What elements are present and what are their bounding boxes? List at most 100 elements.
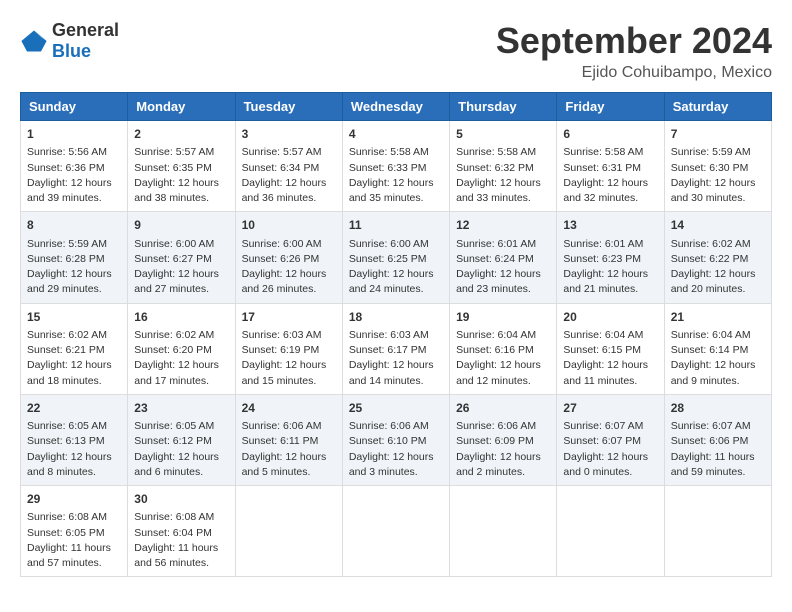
day-number: 2 (134, 126, 228, 143)
calendar-cell (450, 486, 557, 577)
sunrise-time: Sunrise: 6:04 AM (456, 329, 536, 341)
sunrise-time: Sunrise: 6:02 AM (671, 238, 751, 250)
daylight-hours: Daylight: 12 hours and 2 minutes. (456, 451, 541, 478)
sunrise-time: Sunrise: 6:01 AM (563, 238, 643, 250)
calendar-cell: 15 Sunrise: 6:02 AM Sunset: 6:21 PM Dayl… (21, 303, 128, 394)
sunrise-time: Sunrise: 6:06 AM (456, 420, 536, 432)
daylight-hours: Daylight: 12 hours and 36 minutes. (242, 177, 327, 204)
sunrise-time: Sunrise: 5:58 AM (563, 146, 643, 158)
sunset-time: Sunset: 6:19 PM (242, 344, 320, 356)
daylight-hours: Daylight: 12 hours and 17 minutes. (134, 359, 219, 386)
calendar-cell: 2 Sunrise: 5:57 AM Sunset: 6:35 PM Dayli… (128, 121, 235, 212)
sunrise-time: Sunrise: 6:08 AM (27, 511, 107, 523)
sunset-time: Sunset: 6:06 PM (671, 435, 749, 447)
logo-text-general: General (52, 20, 119, 40)
calendar-cell: 29 Sunrise: 6:08 AM Sunset: 6:05 PM Dayl… (21, 486, 128, 577)
daylight-hours: Daylight: 12 hours and 33 minutes. (456, 177, 541, 204)
day-number: 17 (242, 309, 336, 326)
calendar-header-row: Sunday Monday Tuesday Wednesday Thursday… (21, 93, 772, 121)
day-number: 18 (349, 309, 443, 326)
daylight-hours: Daylight: 12 hours and 29 minutes. (27, 268, 112, 295)
daylight-hours: Daylight: 12 hours and 18 minutes. (27, 359, 112, 386)
calendar-cell: 1 Sunrise: 5:56 AM Sunset: 6:36 PM Dayli… (21, 121, 128, 212)
day-number: 3 (242, 126, 336, 143)
sunrise-time: Sunrise: 6:08 AM (134, 511, 214, 523)
sunrise-time: Sunrise: 6:06 AM (349, 420, 429, 432)
day-number: 14 (671, 217, 765, 234)
day-number: 21 (671, 309, 765, 326)
calendar-cell: 13 Sunrise: 6:01 AM Sunset: 6:23 PM Dayl… (557, 212, 664, 303)
daylight-hours: Daylight: 12 hours and 3 minutes. (349, 451, 434, 478)
day-number: 20 (563, 309, 657, 326)
sunset-time: Sunset: 6:12 PM (134, 435, 212, 447)
header-sunday: Sunday (21, 93, 128, 121)
header: General Blue September 2024 Ejido Cohuib… (20, 20, 772, 82)
header-thursday: Thursday (450, 93, 557, 121)
calendar-cell: 19 Sunrise: 6:04 AM Sunset: 6:16 PM Dayl… (450, 303, 557, 394)
sunset-time: Sunset: 6:35 PM (134, 162, 212, 174)
main-title: September 2024 (496, 20, 772, 62)
sunset-time: Sunset: 6:07 PM (563, 435, 641, 447)
calendar-cell: 9 Sunrise: 6:00 AM Sunset: 6:27 PM Dayli… (128, 212, 235, 303)
sunset-time: Sunset: 6:28 PM (27, 253, 105, 265)
daylight-hours: Daylight: 12 hours and 11 minutes. (563, 359, 648, 386)
sunrise-time: Sunrise: 6:01 AM (456, 238, 536, 250)
day-number: 26 (456, 400, 550, 417)
daylight-hours: Daylight: 11 hours and 59 minutes. (671, 451, 755, 478)
sunrise-time: Sunrise: 5:57 AM (242, 146, 322, 158)
day-number: 8 (27, 217, 121, 234)
sunrise-time: Sunrise: 6:06 AM (242, 420, 322, 432)
daylight-hours: Daylight: 11 hours and 57 minutes. (27, 542, 111, 569)
daylight-hours: Daylight: 12 hours and 14 minutes. (349, 359, 434, 386)
sunset-time: Sunset: 6:15 PM (563, 344, 641, 356)
calendar-cell: 17 Sunrise: 6:03 AM Sunset: 6:19 PM Dayl… (235, 303, 342, 394)
day-number: 22 (27, 400, 121, 417)
title-area: September 2024 Ejido Cohuibampo, Mexico (496, 20, 772, 82)
calendar-cell: 14 Sunrise: 6:02 AM Sunset: 6:22 PM Dayl… (664, 212, 771, 303)
sunrise-time: Sunrise: 6:07 AM (671, 420, 751, 432)
sunrise-time: Sunrise: 6:05 AM (134, 420, 214, 432)
day-number: 10 (242, 217, 336, 234)
sunset-time: Sunset: 6:27 PM (134, 253, 212, 265)
logo-icon (20, 27, 48, 55)
sunset-time: Sunset: 6:09 PM (456, 435, 534, 447)
sunset-time: Sunset: 6:25 PM (349, 253, 427, 265)
logo-text-blue: Blue (52, 41, 91, 61)
sunset-time: Sunset: 6:24 PM (456, 253, 534, 265)
day-number: 1 (27, 126, 121, 143)
day-number: 15 (27, 309, 121, 326)
calendar-cell: 27 Sunrise: 6:07 AM Sunset: 6:07 PM Dayl… (557, 394, 664, 485)
calendar-cell: 5 Sunrise: 5:58 AM Sunset: 6:32 PM Dayli… (450, 121, 557, 212)
daylight-hours: Daylight: 12 hours and 0 minutes. (563, 451, 648, 478)
daylight-hours: Daylight: 12 hours and 20 minutes. (671, 268, 756, 295)
calendar-cell: 25 Sunrise: 6:06 AM Sunset: 6:10 PM Dayl… (342, 394, 449, 485)
day-number: 12 (456, 217, 550, 234)
calendar-cell (342, 486, 449, 577)
day-number: 25 (349, 400, 443, 417)
header-wednesday: Wednesday (342, 93, 449, 121)
calendar-cell: 18 Sunrise: 6:03 AM Sunset: 6:17 PM Dayl… (342, 303, 449, 394)
sunrise-time: Sunrise: 6:07 AM (563, 420, 643, 432)
daylight-hours: Daylight: 12 hours and 9 minutes. (671, 359, 756, 386)
calendar-cell: 12 Sunrise: 6:01 AM Sunset: 6:24 PM Dayl… (450, 212, 557, 303)
calendar-cell: 8 Sunrise: 5:59 AM Sunset: 6:28 PM Dayli… (21, 212, 128, 303)
day-number: 29 (27, 491, 121, 508)
sunset-time: Sunset: 6:11 PM (242, 435, 319, 447)
sunset-time: Sunset: 6:34 PM (242, 162, 320, 174)
sunset-time: Sunset: 6:16 PM (456, 344, 534, 356)
sunset-time: Sunset: 6:31 PM (563, 162, 641, 174)
day-number: 11 (349, 217, 443, 234)
daylight-hours: Daylight: 12 hours and 39 minutes. (27, 177, 112, 204)
sunrise-time: Sunrise: 5:59 AM (27, 238, 107, 250)
daylight-hours: Daylight: 12 hours and 15 minutes. (242, 359, 327, 386)
sunset-time: Sunset: 6:14 PM (671, 344, 749, 356)
calendar-cell: 30 Sunrise: 6:08 AM Sunset: 6:04 PM Dayl… (128, 486, 235, 577)
calendar-cell: 20 Sunrise: 6:04 AM Sunset: 6:15 PM Dayl… (557, 303, 664, 394)
week-row-4: 22 Sunrise: 6:05 AM Sunset: 6:13 PM Dayl… (21, 394, 772, 485)
day-number: 9 (134, 217, 228, 234)
logo: General Blue (20, 20, 119, 62)
day-number: 19 (456, 309, 550, 326)
sunrise-time: Sunrise: 6:03 AM (242, 329, 322, 341)
sunrise-time: Sunrise: 6:04 AM (671, 329, 751, 341)
sunrise-time: Sunrise: 6:04 AM (563, 329, 643, 341)
